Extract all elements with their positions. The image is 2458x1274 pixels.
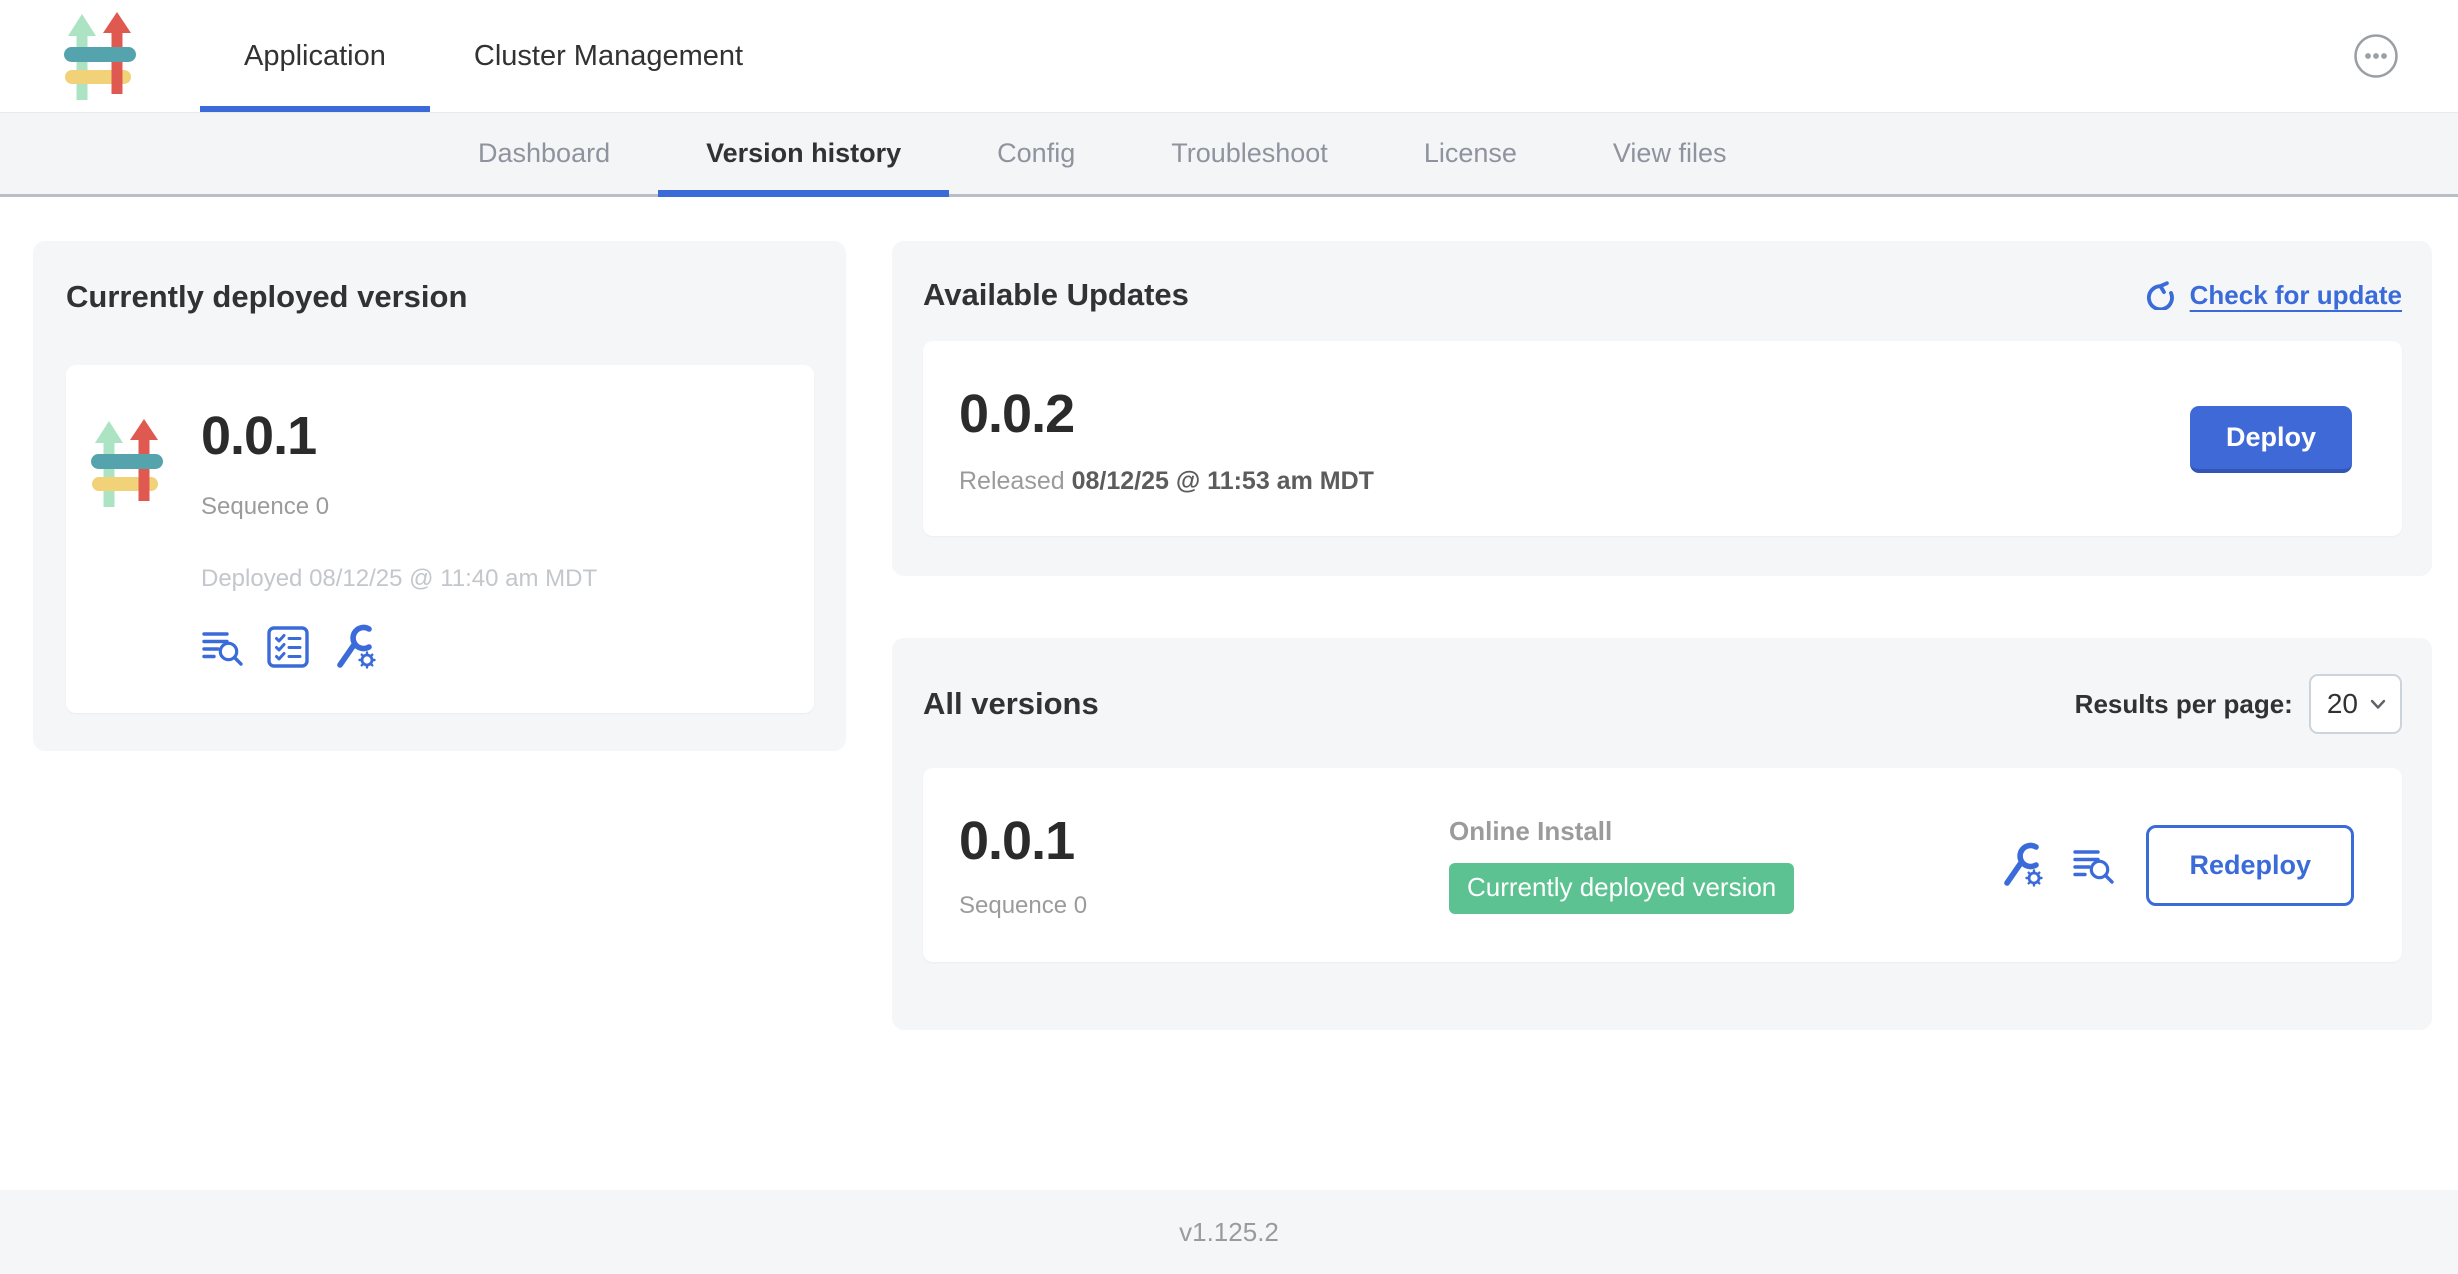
update-released-line: Released 08/12/25 @ 11:53 am MDT bbox=[959, 467, 1374, 496]
ellipsis-circle-icon bbox=[2352, 32, 2400, 80]
currently-deployed-detail: 0.0.1 Sequence 0 Deployed 08/12/25 @ 11:… bbox=[66, 365, 814, 713]
chevron-down-icon bbox=[2370, 699, 2386, 710]
release-diff-button[interactable] bbox=[2072, 843, 2116, 887]
release-diff-icon bbox=[2072, 843, 2116, 887]
refresh-icon bbox=[2144, 280, 2178, 310]
edit-config-icon bbox=[331, 623, 379, 671]
current-version-sequence: Sequence 0 bbox=[201, 493, 597, 521]
redeploy-button[interactable]: Redeploy bbox=[2146, 825, 2354, 906]
subnav-version-history[interactable]: Version history bbox=[658, 113, 949, 194]
subnav-dashboard[interactable]: Dashboard bbox=[430, 113, 658, 194]
results-per-page-label: Results per page: bbox=[2075, 689, 2293, 720]
results-per-page: Results per page: 20 bbox=[2075, 674, 2402, 734]
currently-deployed-card: Currently deployed version 0.0.1 Sequenc… bbox=[33, 241, 846, 751]
app-logo bbox=[0, 0, 200, 112]
results-per-page-value: 20 bbox=[2327, 688, 2358, 720]
currently-deployed-badge: Currently deployed version bbox=[1449, 863, 1794, 914]
row-version-number: 0.0.1 bbox=[959, 810, 1449, 872]
row-version-sequence: Sequence 0 bbox=[959, 892, 1449, 920]
available-updates-card: Available Updates Check for update 0.0.2… bbox=[892, 241, 2432, 576]
currently-deployed-title: Currently deployed version bbox=[66, 279, 814, 315]
subnav-version-history-label: Version history bbox=[706, 138, 901, 169]
current-version-deployed-date: Deployed 08/12/25 @ 11:40 am MDT bbox=[201, 565, 597, 593]
header-right bbox=[2352, 0, 2458, 112]
row-actions bbox=[1998, 841, 2116, 889]
edit-config-button[interactable] bbox=[1998, 841, 2046, 889]
check-for-update-link[interactable]: Check for update bbox=[2144, 280, 2402, 311]
tab-application-label: Application bbox=[244, 40, 386, 73]
row-install-type: Online Install bbox=[1449, 816, 1998, 847]
subnav-view-files-label: View files bbox=[1613, 138, 1727, 169]
current-version-number: 0.0.1 bbox=[201, 405, 597, 467]
subnav-license-label: License bbox=[1424, 138, 1517, 169]
subnav-config-label: Config bbox=[997, 138, 1075, 169]
version-row: 0.0.1 Sequence 0 Online Install Currentl… bbox=[923, 768, 2402, 962]
edit-config-icon bbox=[1998, 841, 2046, 889]
results-per-page-select[interactable]: 20 bbox=[2309, 674, 2402, 734]
app-header: Application Cluster Management bbox=[0, 0, 2458, 113]
subnav-troubleshoot[interactable]: Troubleshoot bbox=[1123, 113, 1376, 194]
check-for-update-label: Check for update bbox=[2190, 280, 2402, 311]
edit-config-button[interactable] bbox=[331, 623, 379, 671]
subnav-license[interactable]: License bbox=[1376, 113, 1565, 194]
primary-tabs: Application Cluster Management bbox=[200, 0, 787, 112]
subnav-view-files[interactable]: View files bbox=[1565, 113, 1775, 194]
subnav-troubleshoot-label: Troubleshoot bbox=[1171, 138, 1328, 169]
released-datetime: 08/12/25 @ 11:53 am MDT bbox=[1072, 467, 1374, 495]
tab-cluster-management-label: Cluster Management bbox=[474, 40, 743, 73]
release-diff-icon bbox=[201, 625, 245, 669]
released-label: Released bbox=[959, 467, 1065, 495]
available-update-row: 0.0.2 Released 08/12/25 @ 11:53 am MDT D… bbox=[923, 341, 2402, 536]
console-version: v1.125.2 bbox=[1179, 1217, 1279, 1248]
update-version-number: 0.0.2 bbox=[959, 383, 1374, 445]
all-versions-title: All versions bbox=[923, 686, 1099, 722]
preflight-checks-icon bbox=[267, 626, 309, 668]
version-history-page: Application Cluster Management Dashboard… bbox=[0, 0, 2458, 1274]
overflow-menu-button[interactable] bbox=[2352, 32, 2400, 80]
available-updates-title: Available Updates bbox=[923, 277, 1189, 313]
preflight-checks-button[interactable] bbox=[267, 626, 309, 668]
tab-application[interactable]: Application bbox=[200, 0, 430, 112]
app-logo-icon bbox=[91, 419, 163, 507]
deploy-button[interactable]: Deploy bbox=[2190, 406, 2352, 473]
app-subnav: Dashboard Version history Config Trouble… bbox=[0, 113, 2458, 197]
current-version-actions bbox=[201, 623, 597, 671]
subnav-dashboard-label: Dashboard bbox=[478, 138, 610, 169]
release-diff-button[interactable] bbox=[201, 625, 245, 669]
subnav-config[interactable]: Config bbox=[949, 113, 1123, 194]
app-logo-icon bbox=[64, 12, 136, 100]
all-versions-card: All versions Results per page: 20 0.0. bbox=[892, 638, 2432, 1030]
tab-cluster-management[interactable]: Cluster Management bbox=[430, 0, 787, 112]
page-footer: v1.125.2 bbox=[0, 1190, 2458, 1274]
